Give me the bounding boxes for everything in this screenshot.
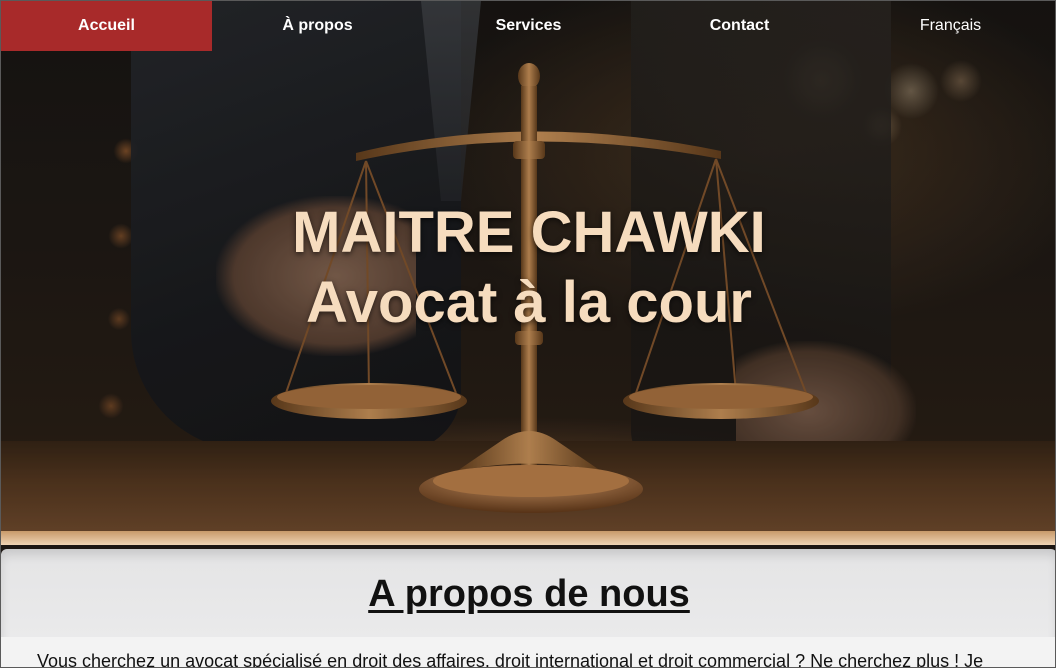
page-frame: MAITRE CHAWKI Avocat à la cour Accueil À…: [0, 0, 1056, 668]
language-selector[interactable]: Français: [845, 1, 1055, 51]
hero-title-name: MAITRE CHAWKI: [292, 200, 766, 265]
about-title: A propos de nous: [368, 573, 690, 615]
hero-bottom-edge: [1, 531, 1055, 545]
nav-item-accueil[interactable]: Accueil: [1, 1, 212, 51]
nav-item-a-propos[interactable]: À propos: [212, 1, 423, 51]
nav-item-contact[interactable]: Contact: [634, 1, 845, 51]
hero-title-subtitle: Avocat à la cour: [306, 270, 752, 335]
hero-banner: MAITRE CHAWKI Avocat à la cour: [1, 1, 1055, 545]
hero-title: MAITRE CHAWKI Avocat à la cour: [1, 198, 1055, 338]
nav-item-services[interactable]: Services: [423, 1, 634, 51]
main-navigation: Accueil À propos Services Contact França…: [1, 1, 1055, 51]
about-section: A propos de nous Vous cherchez un avocat…: [1, 549, 1055, 668]
about-text: Vous cherchez un avocat spécialisé en dr…: [37, 651, 984, 668]
